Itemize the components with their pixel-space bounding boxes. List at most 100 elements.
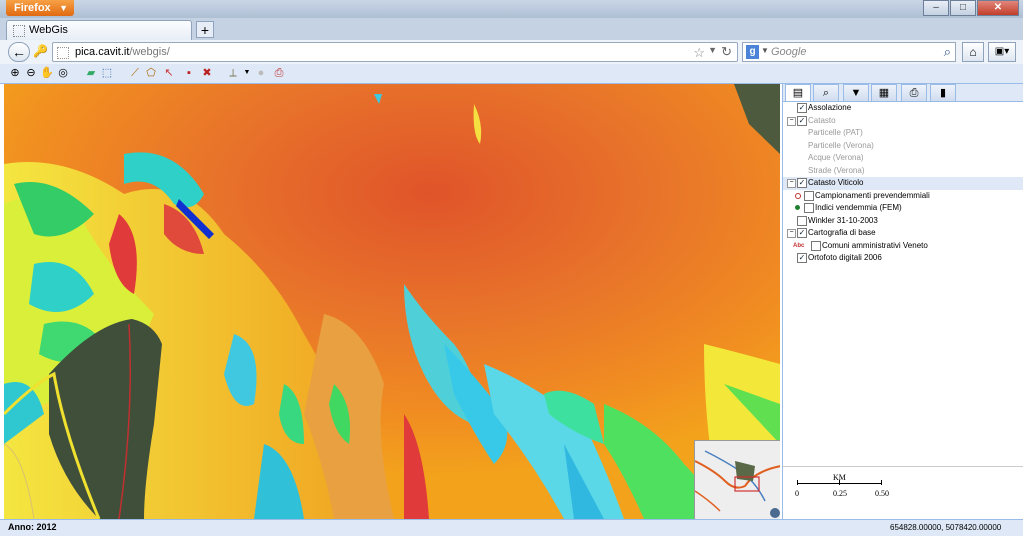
ruler-icon[interactable]: ⟂ xyxy=(226,66,240,80)
thermal-raster-layer xyxy=(4,84,780,519)
search-bar[interactable]: g ▼ Google ⌕ xyxy=(742,42,956,62)
scale-tick xyxy=(881,480,882,485)
key-icon[interactable]: 🔑 xyxy=(33,44,48,58)
pointer-icon[interactable]: ↖ xyxy=(162,66,176,80)
print-icon[interactable]: ⎙ xyxy=(272,66,286,80)
green-dot-icon xyxy=(795,205,800,210)
layer-tree: ✓ Assolazione − ✓ Catasto Particelle (PA… xyxy=(783,102,1023,265)
layer-label: Catasto Viticolo xyxy=(808,178,864,187)
print-tab-icon[interactable]: ⎙ xyxy=(901,84,927,101)
layer-group-cartografia[interactable]: − ✓ Cartografia di base xyxy=(783,227,1023,240)
minimize-button[interactable]: – xyxy=(923,0,949,16)
open-folder-icon[interactable]: ▰ xyxy=(84,66,98,80)
tab-webgis[interactable]: WebGis xyxy=(6,20,192,40)
firefox-menu-label: Firefox xyxy=(14,2,51,14)
layer-label: Ortofoto digitali 2006 xyxy=(808,253,882,262)
layer-row-particelle-pat[interactable]: Particelle (PAT) xyxy=(783,127,1023,140)
back-button[interactable]: ← xyxy=(8,42,30,62)
layer-checkbox[interactable] xyxy=(811,240,821,251)
filter-tab-icon[interactable]: ▼ xyxy=(843,84,869,101)
chart-tab-icon[interactable]: ▮ xyxy=(930,84,956,101)
layer-row-strade-verona[interactable]: Strade (Verona) xyxy=(783,165,1023,178)
layer-checkbox[interactable] xyxy=(804,203,814,213)
home-button[interactable]: ⌂ xyxy=(962,42,984,62)
layer-panel: ▤ ⌕ ▼ ▦ ⎙ ▮ ✓ Assolazione − ✓ Catasto Pa… xyxy=(782,84,1023,519)
layer-label: Assolazione xyxy=(808,103,852,112)
scale-tick xyxy=(839,480,840,485)
url-text[interactable]: pica.cavit.it/webgis/ xyxy=(75,46,170,58)
tab-strip: WebGis + xyxy=(0,18,1023,40)
overview-map[interactable] xyxy=(694,440,780,519)
ruler-dropdown-icon[interactable]: ▼ xyxy=(240,66,254,80)
layer-label: Strade (Verona) xyxy=(808,165,865,175)
layer-checkbox[interactable] xyxy=(797,215,807,226)
layer-checkbox[interactable]: ✓ xyxy=(797,103,807,113)
bookmark-star-icon[interactable]: ☆ xyxy=(693,45,705,61)
zoom-extent-icon[interactable]: ◎ xyxy=(56,66,70,80)
search-input[interactable]: Google xyxy=(771,46,806,58)
layer-row-campionamenti[interactable]: Campionamenti prevendemmiali xyxy=(783,190,1023,203)
firefox-menu-button[interactable]: Firefox ▼ xyxy=(6,0,74,16)
maximize-button[interactable]: □ xyxy=(950,0,976,16)
table-tab-icon[interactable]: ▦ xyxy=(871,84,897,101)
measure-area-icon[interactable]: ⬠ xyxy=(144,66,158,80)
sample-point-icon xyxy=(795,192,801,199)
window-controls: – □ ✕ xyxy=(922,0,1019,16)
layer-group-catasto[interactable]: − ✓ Catasto xyxy=(783,115,1023,128)
collapse-icon[interactable]: − xyxy=(787,179,796,188)
layer-row-acque-verona[interactable]: Acque (Verona) xyxy=(783,152,1023,165)
addons-button[interactable]: ▣▾ xyxy=(988,42,1016,62)
collapse-icon[interactable]: − xyxy=(787,229,796,238)
layer-label: Catasto xyxy=(808,115,836,125)
page-favicon-icon xyxy=(13,25,25,37)
map-toolbar: ⊕ ⊖ ✋ ◎ ▰ ⬚ ⟋ ⬠ ↖ ▪ ✖ ⟂ ▼ ● ⎙ xyxy=(0,64,1023,84)
measure-line-icon[interactable]: ⟋ xyxy=(128,66,142,80)
layer-checkbox[interactable]: ✓ xyxy=(797,178,807,188)
layer-label: Acque (Verona) xyxy=(808,153,864,162)
scale-bar: KM 0 0.25 0.50 xyxy=(783,466,1023,517)
zoom-in-icon[interactable]: ⊕ xyxy=(8,66,22,80)
search-tab-icon[interactable]: ⌕ xyxy=(813,84,839,101)
layer-checkbox[interactable] xyxy=(804,190,814,201)
layer-checkbox[interactable]: ✓ xyxy=(797,228,807,238)
tab-title: WebGis xyxy=(29,24,68,36)
navigation-bar: ← 🔑 pica.cavit.it/webgis/ ☆ ▼ ↻ g ▼ Goog… xyxy=(0,40,1023,65)
layers-tab-icon[interactable]: ▤ xyxy=(785,84,811,101)
new-tab-button[interactable]: + xyxy=(196,21,214,38)
layer-checkbox[interactable]: ✓ xyxy=(797,115,807,126)
map-canvas[interactable] xyxy=(4,84,780,519)
webgis-app: ⊕ ⊖ ✋ ◎ ▰ ⬚ ⟋ ⬠ ↖ ▪ ✖ ⟂ ▼ ● ⎙ ▤ ⌕ ▼ ▦ ⎙ … xyxy=(0,64,1023,540)
layer-row-comuni[interactable]: Abc Comuni amministrativi Veneto xyxy=(783,240,1023,253)
close-button[interactable]: ✕ xyxy=(977,0,1019,16)
circle-icon[interactable]: ● xyxy=(254,66,268,80)
layer-row-ortofoto[interactable]: ✓ Ortofoto digitali 2006 xyxy=(783,252,1023,265)
layer-row-indici[interactable]: Indici vendemmia (FEM) xyxy=(783,202,1023,215)
chevron-down-icon: ▼ xyxy=(59,3,68,13)
layer-label: Particelle (PAT) xyxy=(808,128,863,137)
layer-checkbox[interactable]: ✓ xyxy=(797,253,807,263)
year-label: Anno: 2012 xyxy=(8,522,57,532)
select-box-icon[interactable]: ⬚ xyxy=(100,66,114,80)
scale-label: 0.50 xyxy=(875,489,889,498)
collapse-icon[interactable]: − xyxy=(787,116,796,126)
search-icon[interactable]: ⌕ xyxy=(944,44,951,60)
layer-row-particelle-verona[interactable]: Particelle (Verona) xyxy=(783,140,1023,153)
reload-icon[interactable]: ↻ xyxy=(721,44,732,60)
pan-hand-icon[interactable]: ✋ xyxy=(40,66,54,80)
window-title-bar: Firefox ▼ – □ ✕ xyxy=(0,0,1023,18)
overview-map-graphic xyxy=(695,441,780,519)
url-bar[interactable]: pica.cavit.it/webgis/ ☆ ▼ ↻ xyxy=(52,42,738,62)
zoom-out-icon[interactable]: ⊖ xyxy=(24,66,38,80)
layer-label: Cartografia di base xyxy=(808,228,876,237)
scale-label: 0 xyxy=(795,489,799,498)
google-engine-icon[interactable]: g xyxy=(746,45,759,59)
save-icon[interactable]: ▪ xyxy=(182,66,196,80)
layer-label: Particelle (Verona) xyxy=(808,140,874,150)
engine-dropdown-icon[interactable]: ▼ xyxy=(761,46,769,55)
layer-group-catasto-viticolo[interactable]: − ✓ Catasto Viticolo xyxy=(783,177,1023,190)
layer-row-assolazione[interactable]: ✓ Assolazione xyxy=(783,102,1023,115)
delete-icon[interactable]: ✖ xyxy=(200,66,214,80)
layer-row-winkler[interactable]: Winkler 31-10-2003 xyxy=(783,215,1023,228)
site-identity-icon[interactable] xyxy=(57,47,69,59)
history-dropdown-icon[interactable]: ▼ xyxy=(708,45,717,55)
